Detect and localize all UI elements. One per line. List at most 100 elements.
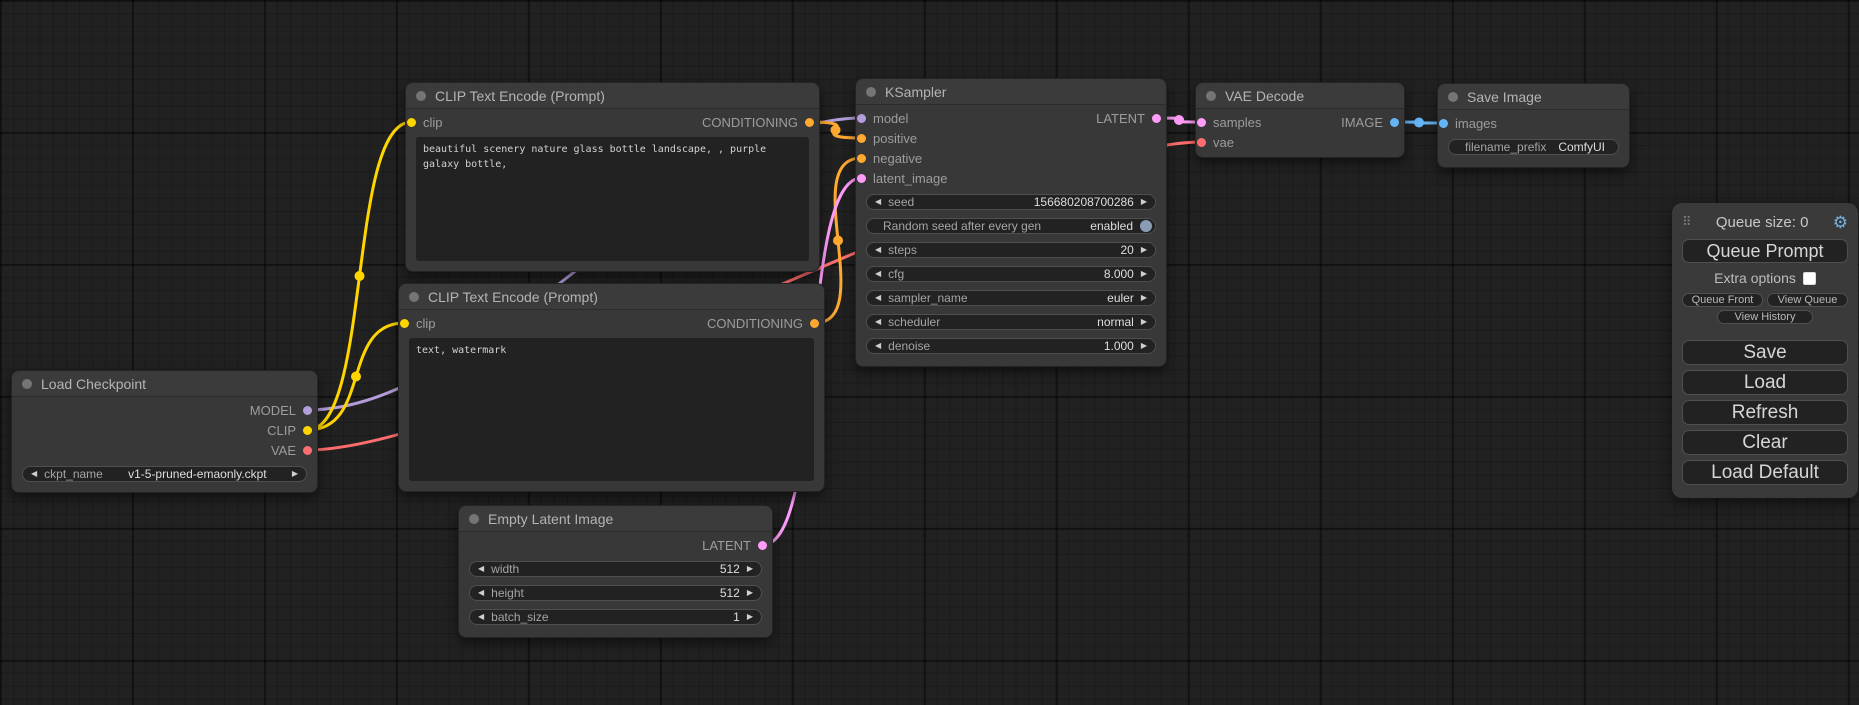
drag-handle-icon[interactable]: ⠿ (1682, 214, 1692, 230)
images-input-dot[interactable] (1439, 119, 1448, 128)
decrement-arrow-icon[interactable]: ◀ (875, 294, 881, 302)
prompt-textarea[interactable]: beautiful scenery nature glass bottle la… (416, 137, 809, 261)
widget-width[interactable]: ◀width512▶ (469, 561, 762, 577)
queue-prompt-button[interactable]: Queue Prompt (1682, 239, 1848, 263)
decrement-arrow-icon[interactable]: ◀ (478, 565, 484, 573)
CONDITIONING-output-slot[interactable]: CONDITIONING (702, 115, 819, 130)
increment-arrow-icon[interactable]: ▶ (1141, 246, 1147, 254)
negative-input-dot[interactable] (857, 154, 866, 163)
samples-input-slot[interactable]: samples (1196, 115, 1261, 130)
model-input-dot[interactable] (857, 114, 866, 123)
node-title-bar[interactable]: Save Image (1438, 84, 1629, 110)
increment-arrow-icon[interactable]: ▶ (747, 613, 753, 621)
model-input-slot[interactable]: model (856, 111, 908, 126)
increment-arrow-icon[interactable]: ▶ (1141, 270, 1147, 278)
node-collapse-dot-icon[interactable] (416, 91, 426, 101)
decrement-arrow-icon[interactable]: ◀ (875, 270, 881, 278)
link-midpoint-dot[interactable] (351, 372, 361, 382)
VAE-output-slot[interactable]: VAE (271, 443, 317, 458)
widget-seed[interactable]: ◀seed156680208700286▶ (866, 194, 1156, 210)
widget-batch-size[interactable]: ◀batch_size1▶ (469, 609, 762, 625)
node-collapse-dot-icon[interactable] (409, 292, 419, 302)
IMAGE-output-dot[interactable] (1390, 118, 1399, 127)
MODEL-output-slot[interactable]: MODEL (250, 403, 317, 418)
CLIP-output-dot[interactable] (303, 426, 312, 435)
increment-arrow-icon[interactable]: ▶ (292, 470, 298, 478)
latent_image-input-dot[interactable] (857, 174, 866, 183)
LATENT-output-dot[interactable] (1152, 114, 1161, 123)
decrement-arrow-icon[interactable]: ◀ (875, 246, 881, 254)
LATENT-output-dot[interactable] (758, 541, 767, 550)
node-graph-canvas[interactable]: CLIP Text Encode (Prompt) clip CONDITIONIN… (0, 0, 1859, 705)
node-collapse-dot-icon[interactable] (866, 87, 876, 97)
widget-denoise[interactable]: ◀denoise1.000▶ (866, 338, 1156, 354)
node-title-bar[interactable]: Empty Latent Image (459, 506, 772, 532)
node-load-checkpoint[interactable]: Load Checkpoint MODEL CLIP VAE ◀ckpt_namev1-… (11, 370, 318, 493)
MODEL-output-dot[interactable] (303, 406, 312, 415)
decrement-arrow-icon[interactable]: ◀ (31, 470, 37, 478)
node-collapse-dot-icon[interactable] (22, 379, 32, 389)
CONDITIONING-output-dot[interactable] (805, 118, 814, 127)
LATENT-output-slot[interactable]: LATENT (702, 538, 772, 553)
CONDITIONING-output-slot[interactable]: CONDITIONING (707, 316, 824, 331)
increment-arrow-icon[interactable]: ▶ (747, 565, 753, 573)
decrement-arrow-icon[interactable]: ◀ (875, 342, 881, 350)
positive-input-slot[interactable]: positive (856, 131, 917, 146)
widget-ckpt-name[interactable]: ◀ckpt_namev1-5-pruned-emaonly.ckpt▶ (22, 466, 307, 482)
widget-steps[interactable]: ◀steps20▶ (866, 242, 1156, 258)
widget-scheduler[interactable]: ◀schedulernormal▶ (866, 314, 1156, 330)
CLIP-output-slot[interactable]: CLIP (267, 423, 317, 438)
node-title-bar[interactable]: Load Checkpoint (12, 371, 317, 397)
clip-input-slot[interactable]: clip (399, 316, 436, 331)
node-collapse-dot-icon[interactable] (1448, 92, 1458, 102)
node-clip-text-encode-negative[interactable]: CLIP Text Encode (Prompt) clip CONDITIONIN… (398, 283, 825, 492)
positive-input-dot[interactable] (857, 134, 866, 143)
decrement-arrow-icon[interactable]: ◀ (875, 318, 881, 326)
node-title-bar[interactable]: CLIP Text Encode (Prompt) (399, 284, 824, 310)
save-button[interactable]: Save (1682, 340, 1848, 365)
link-midpoint-dot[interactable] (355, 271, 365, 281)
node-title-bar[interactable]: KSampler (856, 79, 1166, 105)
increment-arrow-icon[interactable]: ▶ (747, 589, 753, 597)
node-empty-latent-image[interactable]: Empty Latent ImageLATENT◀width512▶◀heigh… (458, 505, 773, 638)
view-history-button[interactable]: View History (1717, 310, 1813, 324)
negative-input-slot[interactable]: negative (856, 151, 922, 166)
toggle-knob-icon[interactable] (1140, 220, 1152, 232)
VAE-output-dot[interactable] (303, 446, 312, 455)
refresh-button[interactable]: Refresh (1682, 400, 1848, 425)
decrement-arrow-icon[interactable]: ◀ (875, 198, 881, 206)
queue-front-button[interactable]: Queue Front (1682, 293, 1763, 307)
prompt-textarea[interactable]: text, watermark (409, 338, 814, 481)
extra-options-checkbox[interactable] (1803, 272, 1816, 285)
LATENT-output-slot[interactable]: LATENT (1096, 111, 1166, 126)
widget-filename-prefix[interactable]: filename_prefixComfyUI (1448, 139, 1619, 155)
view-queue-button[interactable]: View Queue (1767, 293, 1848, 307)
node-ksampler[interactable]: KSampler model LATENT positive negative laten… (855, 78, 1167, 367)
increment-arrow-icon[interactable]: ▶ (1141, 294, 1147, 302)
clip-input-dot[interactable] (400, 319, 409, 328)
samples-input-dot[interactable] (1197, 118, 1206, 127)
clear-button[interactable]: Clear (1682, 430, 1848, 455)
clip-input-slot[interactable]: clip (406, 115, 443, 130)
latent_image-input-slot[interactable]: latent_image (856, 171, 947, 186)
link-midpoint-dot[interactable] (833, 236, 843, 246)
node-title-bar[interactable]: CLIP Text Encode (Prompt) (406, 83, 819, 109)
vae-input-dot[interactable] (1197, 138, 1206, 147)
load-default-button[interactable]: Load Default (1682, 460, 1848, 485)
node-title-bar[interactable]: VAE Decode (1196, 83, 1404, 109)
node-collapse-dot-icon[interactable] (1206, 91, 1216, 101)
increment-arrow-icon[interactable]: ▶ (1141, 318, 1147, 326)
node-save-image[interactable]: Save Imageimagesfilename_prefixComfyUI (1437, 83, 1630, 168)
clip-input-dot[interactable] (407, 118, 416, 127)
settings-gear-icon[interactable]: ⚙ (1833, 214, 1848, 231)
vae-input-slot[interactable]: vae (1196, 135, 1234, 150)
widget-sampler-name[interactable]: ◀sampler_nameeuler▶ (866, 290, 1156, 306)
link-midpoint-dot[interactable] (1414, 118, 1424, 128)
node-collapse-dot-icon[interactable] (469, 514, 479, 524)
decrement-arrow-icon[interactable]: ◀ (478, 589, 484, 597)
node-vae-decode[interactable]: VAE Decode samples IMAGE vae (1195, 82, 1405, 158)
IMAGE-output-slot[interactable]: IMAGE (1341, 115, 1404, 130)
CONDITIONING-output-dot[interactable] (810, 319, 819, 328)
increment-arrow-icon[interactable]: ▶ (1141, 198, 1147, 206)
node-clip-text-encode-positive[interactable]: CLIP Text Encode (Prompt) clip CONDITIONIN… (405, 82, 820, 272)
